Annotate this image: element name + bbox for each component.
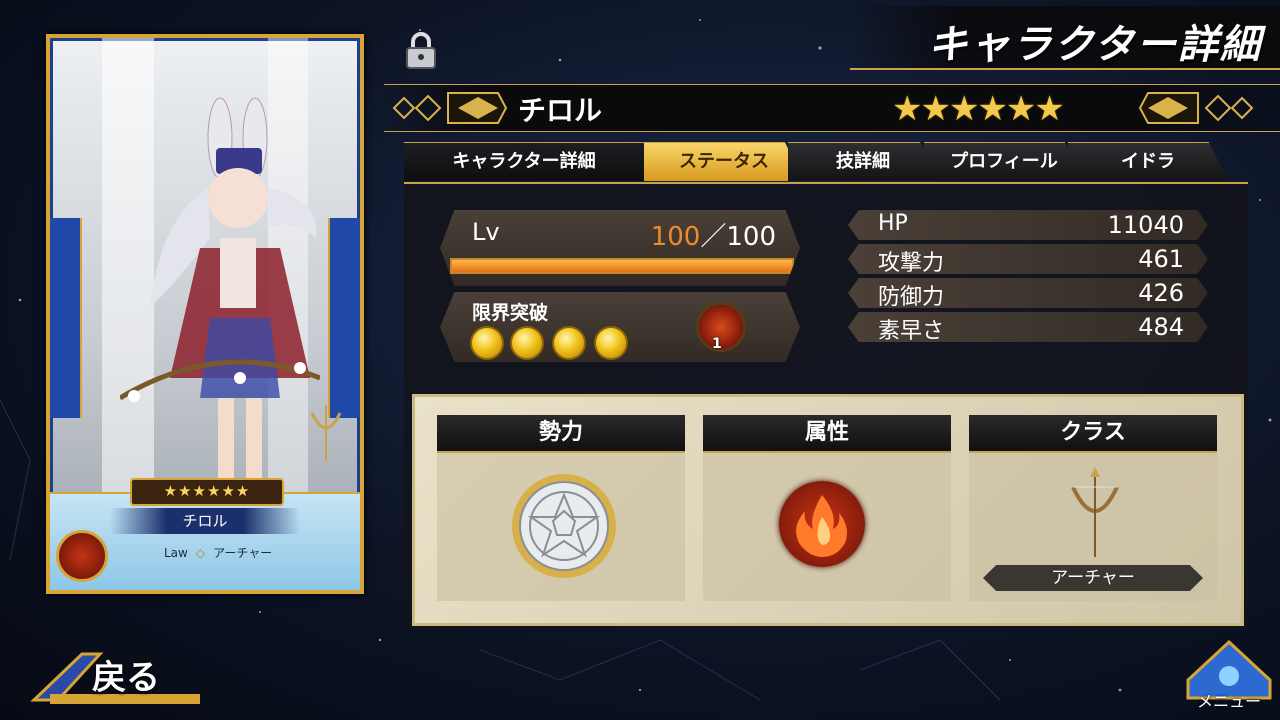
attribute-info-panel: 勢力 属性 クラス アーチャー: [412, 394, 1244, 626]
character-card: ★★★★★★ チロル Law ◇ アーチャー: [46, 34, 364, 594]
fire-element-icon: [56, 530, 108, 582]
level-progress-fill: [452, 260, 792, 272]
stat-label: 素早さ: [878, 319, 945, 344]
character-portrait: [120, 97, 320, 512]
tab-idola[interactable]: イドラ: [1068, 142, 1228, 181]
stat-value: 426: [1138, 279, 1184, 307]
limit-break-orb: [552, 326, 586, 360]
stat-label: 防御力: [878, 285, 945, 310]
class-section: クラス アーチャー: [969, 415, 1217, 601]
limit-break-orb: [470, 326, 504, 360]
zodiac-border-left: [50, 218, 82, 418]
level-current: 100: [650, 222, 701, 252]
stat-label: HP: [878, 211, 908, 236]
separator-icon: ◇: [195, 546, 206, 560]
stat-value: 11040: [1107, 211, 1184, 239]
card-faction: Law: [164, 546, 188, 560]
zodiac-border-right: [328, 218, 360, 418]
fire-element-icon: [779, 481, 865, 567]
class-value: アーチャー: [983, 565, 1203, 591]
page-title-banner: キャラクター詳細: [850, 6, 1280, 70]
faction-section: 勢力: [437, 415, 685, 601]
stat-row-speed: 素早さ 484: [848, 312, 1208, 342]
level-box: Lv 100／100: [440, 210, 800, 286]
stat-row-defense: 防御力 426: [848, 278, 1208, 308]
element-heading: 属性: [703, 415, 951, 453]
lock-icon[interactable]: [404, 32, 438, 70]
page-title: キャラクター詳細: [927, 22, 1262, 68]
archer-bow-icon: [1071, 467, 1119, 557]
diamond-ornament-icon: [1138, 92, 1254, 124]
stat-row-attack: 攻撃力 461: [848, 244, 1208, 274]
rarity-stars: ★★★★★★: [892, 89, 1065, 129]
back-button[interactable]: 戻る: [30, 648, 210, 708]
limit-break-orb: [510, 326, 544, 360]
card-rarity-stars: ★★★★★★: [130, 478, 284, 506]
bow-icon: [310, 405, 342, 461]
faction-heading: 勢力: [437, 415, 685, 453]
card-class: アーチャー: [213, 546, 273, 560]
menu-label: メニュー: [1196, 692, 1261, 711]
level-label: Lv: [472, 218, 500, 246]
character-name-bar: チロル ★★★★★★: [384, 84, 1280, 132]
card-character-name: チロル: [110, 508, 300, 534]
tab-profile[interactable]: プロフィール: [924, 142, 1084, 181]
limit-break-count: 1: [712, 336, 722, 352]
class-heading: クラス: [969, 415, 1217, 453]
tab-status[interactable]: ステータス: [644, 142, 804, 181]
back-label: 戻る: [92, 658, 160, 698]
stat-value: 461: [1138, 245, 1184, 273]
level-max: ／100: [700, 222, 776, 252]
card-subtitle: Law ◇ アーチャー: [160, 544, 276, 561]
stat-row-hp: HP 11040: [848, 210, 1208, 240]
level-progress-bar: [450, 258, 794, 274]
menu-button[interactable]: メニュー: [1184, 639, 1274, 716]
limit-break-label: 限界突破: [472, 302, 549, 324]
detail-tabs: キャラクター詳細 ステータス 技詳細 プロフィール イドラ: [404, 142, 1248, 182]
character-name: チロル: [518, 94, 603, 127]
tab-character-detail: キャラクター詳細: [404, 142, 644, 181]
diamond-ornament-icon: [392, 92, 508, 124]
limit-break-orb: [594, 326, 628, 360]
stat-label: 攻撃力: [878, 251, 945, 276]
limit-break-box: 限界突破 1: [440, 292, 800, 362]
stat-value: 484: [1138, 313, 1184, 341]
level-value: 100／100: [651, 216, 776, 253]
law-seal-icon: [512, 474, 616, 578]
element-section: 属性: [703, 415, 951, 601]
tab-skill-detail[interactable]: 技詳細: [788, 142, 938, 181]
